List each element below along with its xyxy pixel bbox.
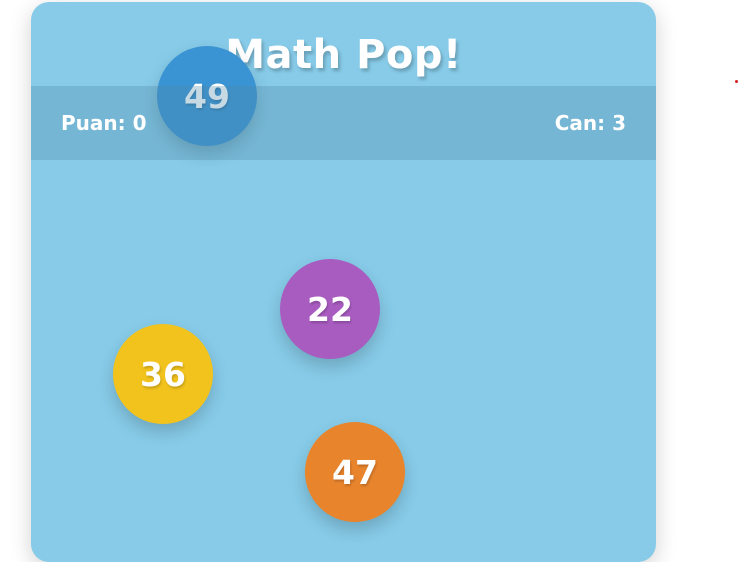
score-display: Puan: 0 (61, 111, 147, 135)
number-bubble[interactable]: 36 (113, 324, 213, 424)
game-panel: Math Pop! 49 Puan: 0 Can: 3 22 36 47 (31, 2, 656, 562)
status-bar: Puan: 0 Can: 3 (31, 86, 656, 160)
number-bubble[interactable]: 47 (305, 422, 405, 522)
game-title: Math Pop! (225, 32, 462, 78)
lives-display: Can: 3 (554, 111, 626, 135)
number-bubble[interactable]: 22 (280, 259, 380, 359)
cursor-dot-indicator (735, 80, 738, 83)
